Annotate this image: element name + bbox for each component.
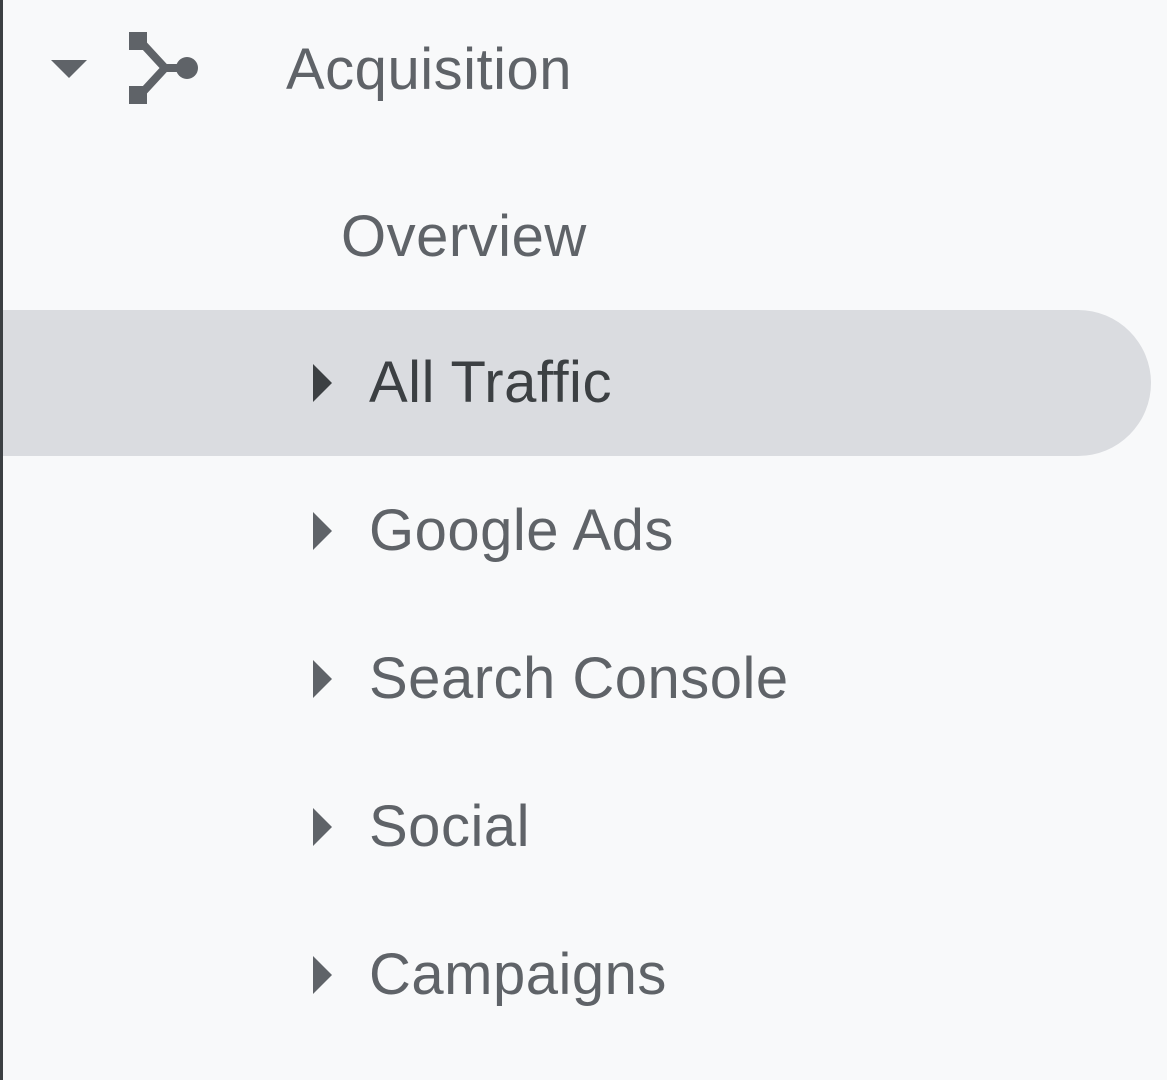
caret-right-icon[interactable] [313,956,332,994]
caret-right-icon[interactable] [313,808,332,846]
nav-item-all-traffic[interactable]: All Traffic [3,310,1151,456]
caret-right-icon[interactable] [313,660,332,698]
acquisition-section-header[interactable]: Acquisition [3,0,1167,140]
nav-item-overview[interactable]: Overview [3,164,1151,310]
caret-right-icon[interactable] [313,364,332,402]
nav-item-search-console[interactable]: Search Console [3,606,1151,752]
section-label: Acquisition [286,37,572,102]
nav-item-label: Overview [341,204,587,269]
sidebar-nav: Acquisition Overview All Traffic Google … [0,0,1167,1080]
nav-item-label: Search Console [369,646,789,711]
acquisition-icon [129,32,198,104]
nav-item-google-ads[interactable]: Google Ads [3,458,1151,604]
nav-item-social[interactable]: Social [3,754,1151,900]
nav-item-label: Google Ads [369,498,674,563]
caret-down-icon[interactable] [51,60,87,78]
nav-item-label: Social [369,794,530,859]
nav-item-campaigns[interactable]: Campaigns [3,902,1151,1048]
caret-right-icon[interactable] [313,512,332,550]
nav-item-label: Campaigns [369,942,667,1007]
nav-item-label: All Traffic [369,350,612,415]
